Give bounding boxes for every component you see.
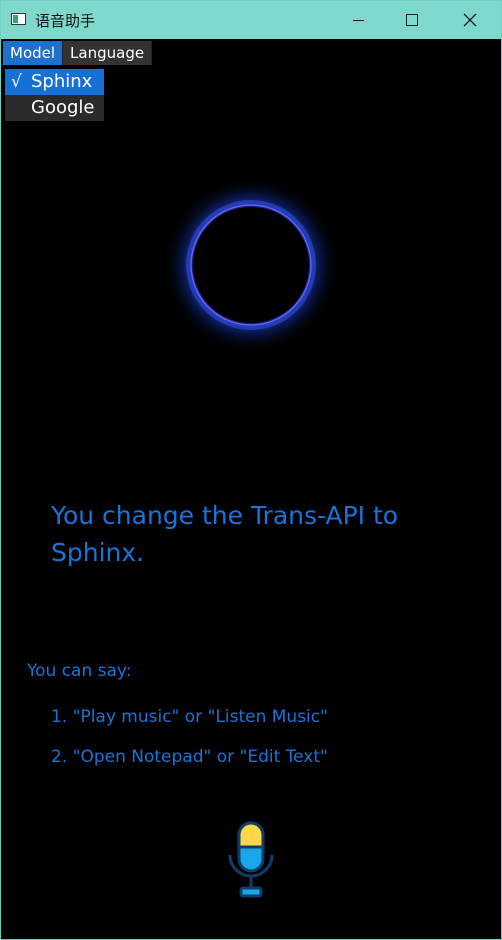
menu-language[interactable]: Language bbox=[63, 41, 153, 65]
model-option-sphinx[interactable]: √ Sphinx bbox=[5, 69, 104, 95]
close-button[interactable] bbox=[447, 1, 493, 39]
maximize-button[interactable] bbox=[389, 1, 435, 39]
status-message: You change the Trans-API to Sphinx. bbox=[51, 501, 399, 567]
microphone-icon[interactable] bbox=[223, 819, 279, 903]
maximize-icon bbox=[406, 14, 418, 26]
model-dropdown: √ Sphinx Google bbox=[5, 69, 104, 121]
window-title: 语音助手 bbox=[35, 12, 96, 30]
model-option-label: Sphinx bbox=[31, 71, 93, 92]
model-option-label: Google bbox=[31, 97, 95, 118]
close-icon bbox=[463, 13, 477, 27]
voice-activity-orb-icon bbox=[163, 181, 339, 353]
hints-list: 1. "Play music" or "Listen Music" 2. "Op… bbox=[51, 705, 328, 785]
menu-model[interactable]: Model bbox=[3, 41, 64, 65]
hints-title: You can say: bbox=[27, 661, 132, 681]
hint-item: 2. "Open Notepad" or "Edit Text" bbox=[51, 747, 328, 767]
minimize-button[interactable] bbox=[335, 1, 381, 39]
model-option-google[interactable]: Google bbox=[5, 95, 104, 121]
menu-bar: Model Language bbox=[3, 41, 153, 65]
app-icon bbox=[11, 13, 26, 25]
hint-item: 1. "Play music" or "Listen Music" bbox=[51, 707, 328, 727]
minimize-icon bbox=[352, 19, 364, 21]
app-window: 语音助手 Model Language √ Sphinx Google You … bbox=[0, 0, 502, 940]
title-bar[interactable]: 语音助手 bbox=[1, 1, 501, 39]
checkmark-icon: √ bbox=[11, 72, 22, 92]
